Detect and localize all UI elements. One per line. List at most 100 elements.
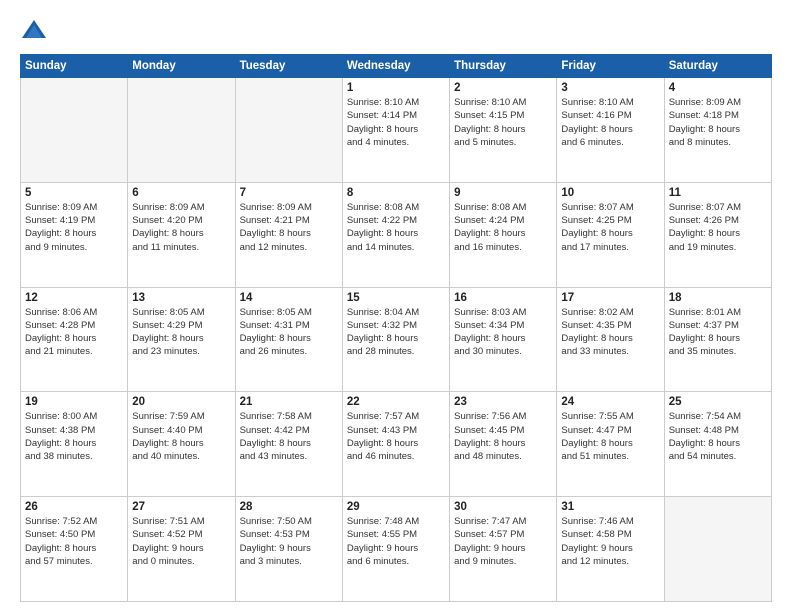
day-cell: 14 Sunrise: 8:05 AM Sunset: 4:31 PM Dayli… (235, 287, 342, 392)
day-info: Sunrise: 7:55 AM Sunset: 4:47 PM Dayligh… (561, 410, 659, 463)
week-row-2: 12Sunrise: 8:06 AM Sunset: 4:28 PM Dayli… (21, 287, 772, 392)
weekday-saturday: Saturday (664, 55, 771, 78)
day-number: 15 (347, 292, 445, 304)
day-info: Sunrise: 8:09 AM Sunset: 4:20 PM Dayligh… (132, 201, 230, 254)
day-info: Sunrise: 8:08 AM Sunset: 4:24 PM Dayligh… (454, 201, 552, 254)
week-row-4: 26 Sunrise: 7:52 AM Sunset: 4:50 PM Dayli… (21, 497, 772, 602)
day-cell (664, 497, 771, 602)
day-number: 6 (132, 187, 230, 199)
week-row-1: 5 Sunrise: 8:09 AM Sunset: 4:19 PM Daylig… (21, 182, 772, 287)
week-row-3: 19 Sunrise: 8:00 AM Sunset: 4:38 PM Dayli… (21, 392, 772, 497)
calendar-body: 1 Sunrise: 8:10 AM Sunset: 4:14 PM Daylig… (21, 78, 772, 602)
day-number: 18 (669, 292, 767, 304)
day-cell: 7 Sunrise: 8:09 AM Sunset: 4:21 PM Daylig… (235, 182, 342, 287)
day-info: Sunrise: 7:57 AM Sunset: 4:43 PM Dayligh… (347, 410, 445, 463)
day-cell: 17 Sunrise: 8:02 AM Sunset: 4:35 PM Dayli… (557, 287, 664, 392)
weekday-sunday: Sunday (21, 55, 128, 78)
day-cell: 4 Sunrise: 8:09 AM Sunset: 4:18 PM Daylig… (664, 78, 771, 183)
day-info: Sunrise: 7:54 AM Sunset: 4:48 PM Dayligh… (669, 410, 767, 463)
day-info: Sunrise: 8:10 AM Sunset: 4:16 PM Dayligh… (561, 96, 659, 149)
day-number: 29 (347, 501, 445, 513)
day-info: Sunrise: 7:56 AM Sunset: 4:45 PM Dayligh… (454, 410, 552, 463)
day-number: 17 (561, 292, 659, 304)
day-cell: 26 Sunrise: 7:52 AM Sunset: 4:50 PM Dayli… (21, 497, 128, 602)
weekday-monday: Monday (128, 55, 235, 78)
day-info: Sunrise: 8:05 AM Sunset: 4:31 PM Dayligh… (240, 306, 338, 359)
day-cell: 28Sunrise: 7:50 AM Sunset: 4:53 PM Dayli… (235, 497, 342, 602)
day-number: 25 (669, 396, 767, 408)
day-number: 30 (454, 501, 552, 513)
weekday-friday: Friday (557, 55, 664, 78)
day-number: 21 (240, 396, 338, 408)
day-number: 2 (454, 82, 552, 94)
day-info: Sunrise: 8:07 AM Sunset: 4:25 PM Dayligh… (561, 201, 659, 254)
day-number: 1 (347, 82, 445, 94)
day-cell: 3Sunrise: 8:10 AM Sunset: 4:16 PM Daylig… (557, 78, 664, 183)
day-info: Sunrise: 8:07 AM Sunset: 4:26 PM Dayligh… (669, 201, 767, 254)
day-number: 4 (669, 82, 767, 94)
day-cell: 31Sunrise: 7:46 AM Sunset: 4:58 PM Dayli… (557, 497, 664, 602)
day-cell (128, 78, 235, 183)
day-info: Sunrise: 8:09 AM Sunset: 4:18 PM Dayligh… (669, 96, 767, 149)
weekday-tuesday: Tuesday (235, 55, 342, 78)
day-cell: 20Sunrise: 7:59 AM Sunset: 4:40 PM Dayli… (128, 392, 235, 497)
day-number: 8 (347, 187, 445, 199)
day-cell: 9Sunrise: 8:08 AM Sunset: 4:24 PM Daylig… (450, 182, 557, 287)
day-cell: 10 Sunrise: 8:07 AM Sunset: 4:25 PM Dayli… (557, 182, 664, 287)
day-info: Sunrise: 8:02 AM Sunset: 4:35 PM Dayligh… (561, 306, 659, 359)
calendar-table: SundayMondayTuesdayWednesdayThursdayFrid… (20, 54, 772, 602)
weekday-header-row: SundayMondayTuesdayWednesdayThursdayFrid… (21, 55, 772, 78)
day-cell: 12Sunrise: 8:06 AM Sunset: 4:28 PM Dayli… (21, 287, 128, 392)
day-cell (21, 78, 128, 183)
generalblue-logo-icon (20, 16, 48, 44)
day-info: Sunrise: 8:05 AM Sunset: 4:29 PM Dayligh… (132, 306, 230, 359)
day-info: Sunrise: 8:06 AM Sunset: 4:28 PM Dayligh… (25, 306, 123, 359)
day-cell: 8 Sunrise: 8:08 AM Sunset: 4:22 PM Daylig… (342, 182, 449, 287)
day-cell (235, 78, 342, 183)
day-number: 13 (132, 292, 230, 304)
weekday-wednesday: Wednesday (342, 55, 449, 78)
day-info: Sunrise: 8:04 AM Sunset: 4:32 PM Dayligh… (347, 306, 445, 359)
page: SundayMondayTuesdayWednesdayThursdayFrid… (0, 0, 792, 612)
day-info: Sunrise: 8:09 AM Sunset: 4:21 PM Dayligh… (240, 201, 338, 254)
day-number: 27 (132, 501, 230, 513)
day-cell: 22 Sunrise: 7:57 AM Sunset: 4:43 PM Dayli… (342, 392, 449, 497)
day-number: 7 (240, 187, 338, 199)
day-cell: 29 Sunrise: 7:48 AM Sunset: 4:55 PM Dayli… (342, 497, 449, 602)
day-number: 24 (561, 396, 659, 408)
day-cell: 11Sunrise: 8:07 AM Sunset: 4:26 PM Dayli… (664, 182, 771, 287)
day-info: Sunrise: 8:01 AM Sunset: 4:37 PM Dayligh… (669, 306, 767, 359)
week-row-0: 1 Sunrise: 8:10 AM Sunset: 4:14 PM Daylig… (21, 78, 772, 183)
day-info: Sunrise: 8:09 AM Sunset: 4:19 PM Dayligh… (25, 201, 123, 254)
day-cell: 6 Sunrise: 8:09 AM Sunset: 4:20 PM Daylig… (128, 182, 235, 287)
day-cell: 5 Sunrise: 8:09 AM Sunset: 4:19 PM Daylig… (21, 182, 128, 287)
day-number: 16 (454, 292, 552, 304)
day-cell: 23 Sunrise: 7:56 AM Sunset: 4:45 PM Dayli… (450, 392, 557, 497)
header (20, 16, 772, 44)
day-info: Sunrise: 8:03 AM Sunset: 4:34 PM Dayligh… (454, 306, 552, 359)
day-info: Sunrise: 8:08 AM Sunset: 4:22 PM Dayligh… (347, 201, 445, 254)
day-number: 14 (240, 292, 338, 304)
day-cell: 19 Sunrise: 8:00 AM Sunset: 4:38 PM Dayli… (21, 392, 128, 497)
day-cell: 27Sunrise: 7:51 AM Sunset: 4:52 PM Dayli… (128, 497, 235, 602)
day-number: 19 (25, 396, 123, 408)
day-cell: 25 Sunrise: 7:54 AM Sunset: 4:48 PM Dayli… (664, 392, 771, 497)
day-info: Sunrise: 7:52 AM Sunset: 4:50 PM Dayligh… (25, 515, 123, 568)
day-info: Sunrise: 7:50 AM Sunset: 4:53 PM Dayligh… (240, 515, 338, 568)
logo (20, 16, 52, 44)
day-number: 26 (25, 501, 123, 513)
day-number: 10 (561, 187, 659, 199)
day-number: 20 (132, 396, 230, 408)
day-info: Sunrise: 8:00 AM Sunset: 4:38 PM Dayligh… (25, 410, 123, 463)
calendar-header: SundayMondayTuesdayWednesdayThursdayFrid… (21, 55, 772, 78)
day-info: Sunrise: 7:58 AM Sunset: 4:42 PM Dayligh… (240, 410, 338, 463)
day-cell: 1 Sunrise: 8:10 AM Sunset: 4:14 PM Daylig… (342, 78, 449, 183)
day-number: 31 (561, 501, 659, 513)
day-info: Sunrise: 7:48 AM Sunset: 4:55 PM Dayligh… (347, 515, 445, 568)
day-number: 5 (25, 187, 123, 199)
day-info: Sunrise: 8:10 AM Sunset: 4:14 PM Dayligh… (347, 96, 445, 149)
day-number: 23 (454, 396, 552, 408)
day-cell: 13 Sunrise: 8:05 AM Sunset: 4:29 PM Dayli… (128, 287, 235, 392)
day-number: 22 (347, 396, 445, 408)
day-info: Sunrise: 8:10 AM Sunset: 4:15 PM Dayligh… (454, 96, 552, 149)
